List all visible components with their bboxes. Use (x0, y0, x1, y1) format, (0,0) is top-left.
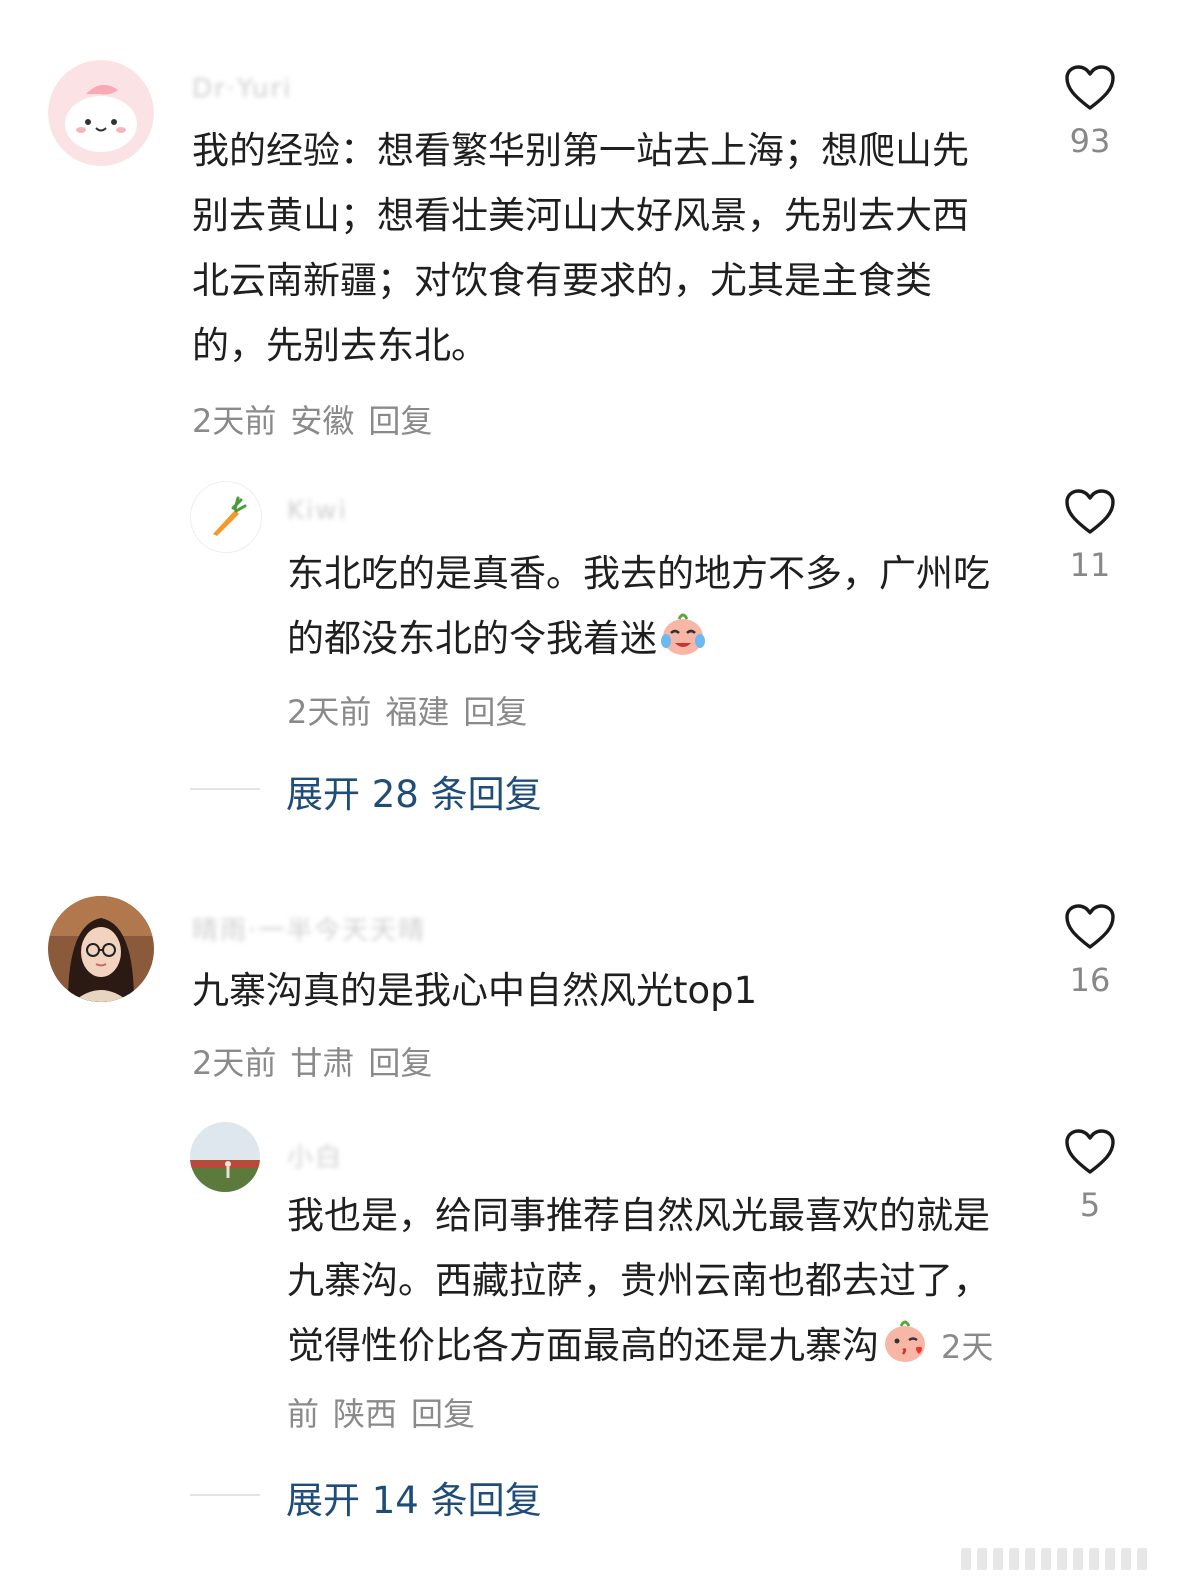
avatar[interactable] (190, 1122, 260, 1192)
heart-outline-icon (1065, 904, 1115, 949)
like-count: 93 (1069, 122, 1111, 160)
avatar[interactable] (48, 896, 154, 1002)
heart-outline-icon (1065, 1129, 1115, 1174)
comment-location: 甘肃 (290, 1044, 355, 1082)
reply-text-content: 东北吃的是真香。我去的地方不多，广州吃的都没东北的令我着迷 (287, 552, 990, 660)
reply-button[interactable]: 回复 (463, 693, 527, 731)
comment-location: 安徽 (290, 402, 355, 440)
reply-text: 我也是，给同事推荐自然风光最喜欢的就是九寨沟。西藏拉萨，贵州云南也都去过了，觉得… (287, 1183, 1017, 1447)
expand-replies-label[interactable]: 展开 28 条回复 (286, 764, 542, 818)
reply-time: 2天前 (287, 693, 372, 731)
comment-meta: 2天前 甘肃 回复 (192, 1038, 446, 1084)
watermark (961, 1548, 1151, 1570)
username[interactable]: 晴雨·一半今天天晴 (192, 910, 426, 947)
blowing-kiss-emoji-icon (885, 1320, 925, 1362)
avatar[interactable] (190, 481, 262, 553)
username[interactable]: 小白 (287, 1137, 343, 1174)
username[interactable]: Kiwi (287, 496, 348, 526)
expand-replies-button[interactable]: 展开 14 条回复 (190, 1470, 690, 1522)
like-count: 11 (1069, 546, 1111, 584)
like-button[interactable]: 16 (1050, 903, 1130, 999)
comment-meta: 2天前 安徽 回复 (192, 396, 446, 442)
expand-replies-button[interactable]: 展开 28 条回复 (190, 764, 690, 816)
crying-laugh-emoji-icon (661, 613, 705, 655)
comment-text: 九寨沟真的是我心中自然风光top1 (192, 969, 758, 1012)
comment-time: 2天前 (192, 1044, 277, 1082)
like-count: 5 (1079, 1186, 1101, 1224)
reply-meta: 2天前 福建 回复 (287, 687, 541, 733)
divider (190, 788, 260, 790)
like-button[interactable]: 93 (1050, 64, 1130, 160)
comment-time: 2天前 (192, 402, 277, 440)
expand-replies-label[interactable]: 展开 14 条回复 (286, 1470, 542, 1524)
username[interactable]: Dr·Yuri (192, 74, 292, 104)
avatar[interactable] (48, 60, 154, 166)
reply-button[interactable]: 回复 (368, 1044, 432, 1082)
like-button[interactable]: 5 (1050, 1128, 1130, 1224)
heart-outline-icon (1065, 65, 1115, 110)
like-count: 16 (1069, 961, 1111, 999)
divider (190, 1494, 260, 1496)
comment-text: 我的经验：想看繁华别第一站去上海；想爬山先别去黄山；想看壮美河山大好风景，先别去… (192, 129, 969, 367)
reply-button[interactable]: 回复 (411, 1395, 475, 1433)
reply-text: 东北吃的是真香。我去的地方不多，广州吃的都没东北的令我着迷 (287, 541, 1007, 671)
heart-outline-icon (1065, 489, 1115, 534)
reply-button[interactable]: 回复 (368, 402, 432, 440)
reply-location: 福建 (385, 693, 450, 731)
like-button[interactable]: 11 (1050, 488, 1130, 584)
reply-location: 陕西 (333, 1395, 398, 1433)
